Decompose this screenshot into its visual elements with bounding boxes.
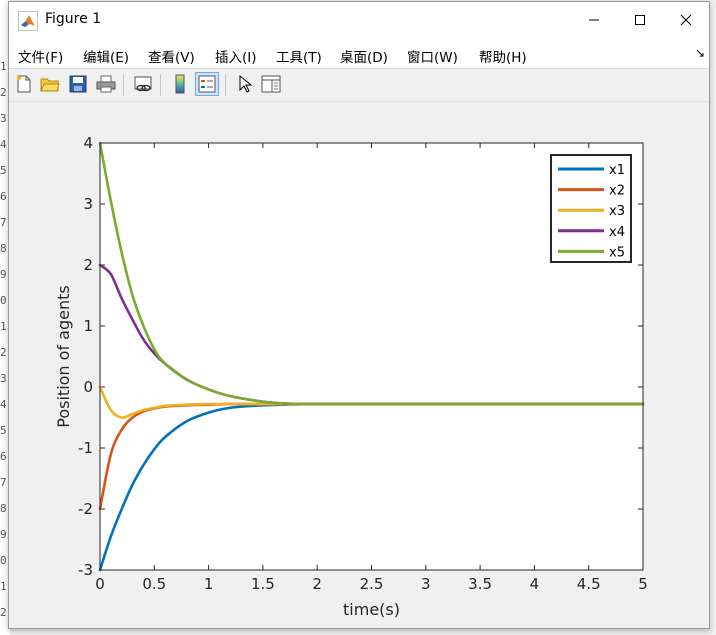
menu-overflow-icon[interactable]: ↘ <box>695 46 705 60</box>
minimize-icon <box>589 19 599 21</box>
open-file-button[interactable] <box>38 72 62 96</box>
x-axis-label: time(s) <box>343 600 400 619</box>
edit-plot-button[interactable] <box>233 72 257 96</box>
window-title: Figure 1 <box>45 11 102 27</box>
x-tick-label: 2 <box>312 575 322 593</box>
menu-tools[interactable]: 工具(T) <box>276 46 322 66</box>
figure-window: Figure 1 文件(F) 编辑(E) 查看(V) 插入(I) 工具(T) 桌… <box>8 1 710 629</box>
y-tick-label: -1 <box>78 439 93 457</box>
maximize-button[interactable] <box>617 2 663 38</box>
colorbar-icon <box>175 74 185 94</box>
new-figure-icon <box>17 75 31 93</box>
title-bar[interactable]: Figure 1 <box>9 2 709 38</box>
edit-plot-cursor-icon <box>239 74 253 93</box>
save-button[interactable] <box>66 72 90 96</box>
property-inspector-icon <box>261 75 281 93</box>
legend-label-x3: x3 <box>609 204 625 219</box>
x-tick-label: 1.5 <box>251 575 275 593</box>
matlab-logo-icon <box>18 11 38 31</box>
link-plot-button[interactable] <box>131 72 155 96</box>
figure-canvas[interactable]: 0 0.5 1 1.5 2 2.5 3 3.5 4 4.5 5 -3 -2 -1 0 1 2 3 4 time(s) P… <box>9 102 709 628</box>
x-tick-label: 4 <box>530 575 540 593</box>
legend-label-x5: x5 <box>609 245 625 260</box>
close-button[interactable] <box>663 2 709 38</box>
toolbar-separator <box>160 74 161 96</box>
x-tick-label: 3.5 <box>468 575 492 593</box>
x-tick-label: 4.5 <box>577 575 601 593</box>
legend-label-x4: x4 <box>609 225 625 240</box>
colorbar-button[interactable] <box>168 72 192 96</box>
x-tick-label: 0 <box>95 575 105 593</box>
print-button[interactable] <box>94 72 118 96</box>
x-tick-label: 5 <box>638 575 648 593</box>
new-figure-button[interactable] <box>12 72 36 96</box>
x-tick-label: 2.5 <box>360 575 384 593</box>
menu-view[interactable]: 查看(V) <box>148 46 195 66</box>
maximize-icon <box>635 15 645 25</box>
menu-insert[interactable]: 插入(I) <box>215 46 257 66</box>
legend-label-x2: x2 <box>609 184 625 199</box>
minimize-button[interactable] <box>571 2 617 38</box>
menu-window[interactable]: 窗口(W) <box>407 46 458 66</box>
legend-icon <box>198 75 216 93</box>
y-tick-label: 1 <box>83 317 93 335</box>
menu-help[interactable]: 帮助(H) <box>479 46 527 66</box>
toolbar-separator <box>225 74 226 96</box>
legend-label-x1: x1 <box>609 163 625 178</box>
menu-edit[interactable]: 编辑(E) <box>83 46 129 66</box>
close-icon <box>680 14 692 26</box>
property-inspector-button[interactable] <box>259 72 283 96</box>
y-tick-label: 0 <box>83 378 93 396</box>
y-tick-label: 3 <box>83 195 93 213</box>
open-file-icon <box>40 78 60 92</box>
x-tick-label: 3 <box>421 575 431 593</box>
menu-desktop[interactable]: 桌面(D) <box>340 46 388 66</box>
plot-area[interactable]: 0 0.5 1 1.5 2 2.5 3 3.5 4 4.5 5 -3 -2 -1 0 1 2 3 4 time(s) P… <box>9 102 709 628</box>
save-icon <box>69 75 87 93</box>
y-tick-label: 2 <box>83 256 93 274</box>
toolbar-separator <box>123 74 124 96</box>
link-plot-icon <box>134 76 152 92</box>
y-tick-label: 4 <box>83 134 93 152</box>
x-tick-label: 0.5 <box>142 575 166 593</box>
y-tick-label: -2 <box>78 500 93 518</box>
legend-button[interactable] <box>195 72 219 96</box>
y-axis-label: Position of agents <box>54 285 73 427</box>
print-icon <box>96 75 116 93</box>
x-tick-label: 1 <box>204 575 214 593</box>
figure-toolbar <box>9 69 709 102</box>
y-tick-label: -3 <box>78 561 93 579</box>
menu-bar: 文件(F) 编辑(E) 查看(V) 插入(I) 工具(T) 桌面(D) 窗口(W… <box>9 38 709 69</box>
menu-file[interactable]: 文件(F) <box>18 46 63 66</box>
